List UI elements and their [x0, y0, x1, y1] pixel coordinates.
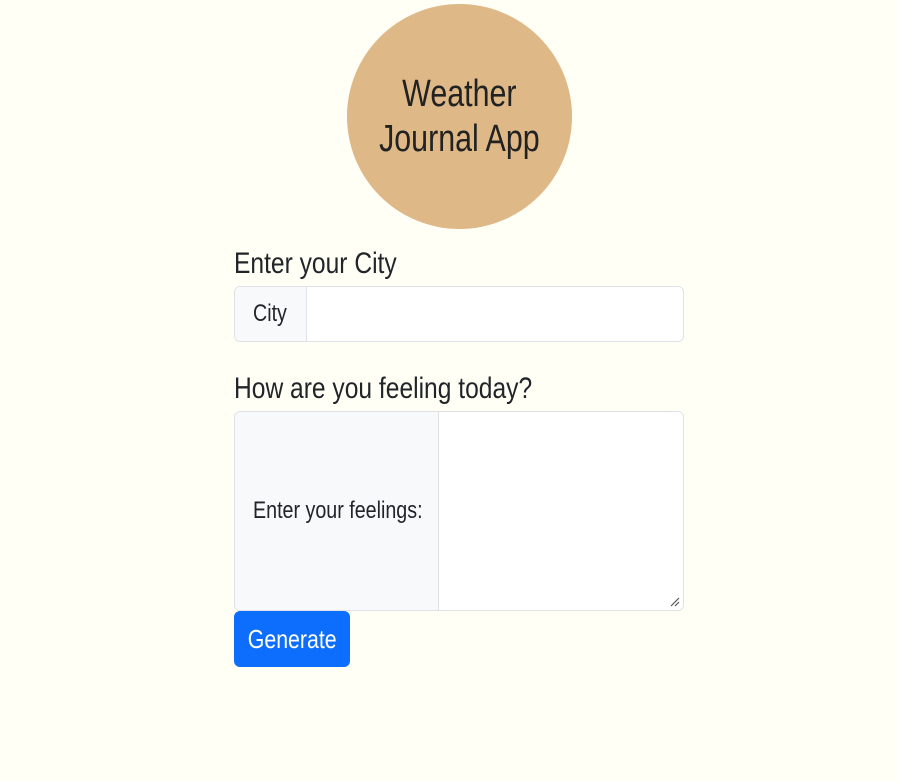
app-logo-badge: Weather Journal App [347, 4, 572, 229]
city-addon: City [235, 287, 307, 341]
feelings-addon: Enter your feelings: [235, 412, 439, 610]
city-input[interactable] [307, 287, 683, 341]
city-heading: Enter your City [234, 243, 684, 285]
city-addon-label: City [253, 300, 287, 327]
feelings-textarea[interactable] [439, 412, 683, 610]
feelings-input-group: Enter your feelings: [234, 411, 684, 611]
generate-button-label: Generate [247, 623, 337, 654]
feelings-heading-text: How are you feeling today? [234, 372, 533, 405]
app-title-line-2: Journal App [379, 117, 540, 160]
app-title: Weather Journal App [359, 72, 560, 162]
feelings-addon-label: Enter your feelings: [253, 497, 423, 524]
app-title-line-1: Weather [402, 72, 517, 115]
city-heading-text: Enter your City [234, 247, 397, 280]
generate-button[interactable]: Generate [234, 611, 350, 667]
city-input-group: City [234, 286, 684, 342]
resize-grip-icon[interactable] [668, 595, 680, 607]
feelings-heading: How are you feeling today? [234, 368, 684, 410]
